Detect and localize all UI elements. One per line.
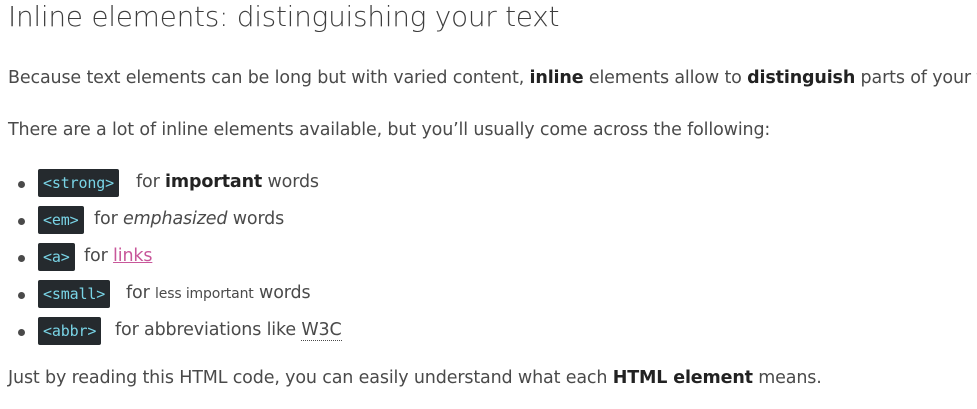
article: Inline elements: distinguishing your tex… <box>0 0 977 409</box>
text-segment: words <box>253 283 311 303</box>
bullet-icon <box>18 218 25 225</box>
bold-text: important <box>165 172 263 192</box>
item-description: for important words <box>136 172 319 192</box>
bullet-icon <box>18 181 25 188</box>
bullet-icon <box>18 329 25 336</box>
section-heading: Inline elements: distinguishing your tex… <box>8 0 560 33</box>
italic-text: emphasized <box>123 209 228 229</box>
text-segment: words <box>227 209 285 229</box>
text-segment: elements allow to <box>583 68 748 88</box>
text-segment: for <box>84 246 114 266</box>
code-tag: <em> <box>38 206 84 234</box>
code-tag: <abbr> <box>38 317 102 345</box>
text-segment: Because text elements can be long but wi… <box>8 68 530 88</box>
item-description: for abbreviations like W3C <box>115 320 342 341</box>
closing-paragraph: Just by reading this HTML code, you can … <box>8 368 822 388</box>
text-segment: Just by reading this HTML code, you can … <box>8 368 613 388</box>
item-description: for emphasized words <box>94 209 284 229</box>
bold-text: HTML element <box>612 368 753 388</box>
text-segment: for <box>94 209 124 229</box>
text-segment: parts of your text. <box>860 68 977 88</box>
intro-paragraph: Because text elements can be long but wi… <box>8 68 977 88</box>
text-segment: for <box>126 283 156 303</box>
text-segment: for abbreviations like <box>115 320 302 340</box>
text-segment: means. <box>752 368 822 388</box>
bullet-icon <box>18 255 25 262</box>
code-tag: <strong> <box>38 169 120 197</box>
code-tag: <a> <box>38 243 75 271</box>
code-tag: <small> <box>38 280 111 308</box>
item-description: for links <box>84 246 153 266</box>
list-intro-paragraph: There are a lot of inline elements avail… <box>8 120 771 140</box>
text-segment: for <box>136 172 166 192</box>
bold-text: distinguish <box>747 68 856 88</box>
text-segment: words <box>262 172 320 192</box>
abbreviation[interactable]: W3C <box>301 320 342 341</box>
bullet-icon <box>18 292 25 299</box>
item-description: for less important words <box>126 283 311 303</box>
small-text: less important <box>155 286 254 302</box>
bold-text: inline <box>529 68 584 88</box>
links-link[interactable]: links <box>113 246 152 266</box>
